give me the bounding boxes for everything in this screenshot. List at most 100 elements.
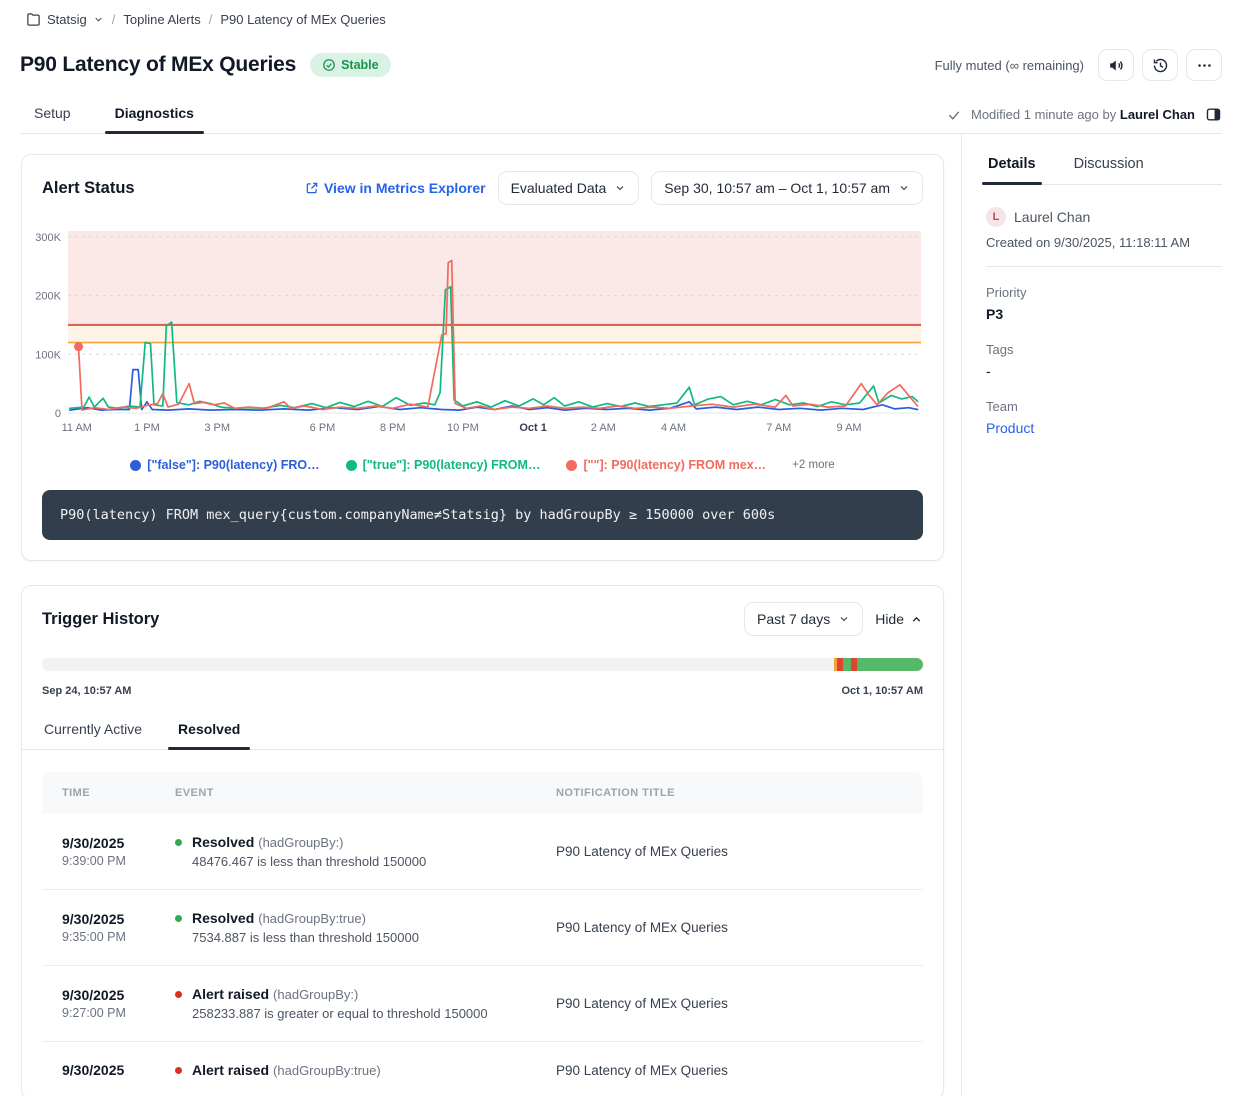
svg-text:11 AM: 11 AM (62, 422, 92, 434)
event-title: Alert raised(hadGroupBy:) (192, 986, 358, 1002)
event-title: Resolved(hadGroupBy:) (192, 834, 344, 850)
legend-dot (130, 460, 141, 471)
svg-text:1 PM: 1 PM (134, 422, 160, 434)
chevron-down-icon (614, 182, 626, 194)
legend-item[interactable]: [""]: P90(latency) FROM mex… (566, 458, 766, 472)
more-options-button[interactable] (1186, 49, 1222, 81)
event-detail: 258233.887 is greater or equal to thresh… (192, 1006, 556, 1021)
breadcrumb-separator: / (209, 12, 213, 27)
trigger-history-title: Trigger History (42, 610, 159, 629)
event-time: 9:27:00 PM (62, 1006, 175, 1020)
column-header-event: EVENT (175, 787, 556, 799)
trigger-range-select[interactable]: Past 7 days (744, 602, 863, 636)
table-row[interactable]: 9/30/2025 Alert raised(hadGroupBy:true) P9… (42, 1041, 923, 1096)
legend-more[interactable]: +2 more (792, 459, 835, 471)
notification-title: P90 Latency of MEx Queries (556, 844, 923, 859)
alert-status-chart: 0100K200K300K11 AM1 PM3 PM6 PM8 PM10 PMO… (22, 221, 943, 450)
field-value: - (986, 363, 1222, 379)
main-tabs: Setup Diagnostics Modified 1 minute ago … (20, 95, 1222, 134)
legend-item[interactable]: ["true"]: P90(latency) FROM… (346, 458, 541, 472)
alert-status-title: Alert Status (42, 179, 135, 198)
tab-setup[interactable]: Setup (30, 95, 75, 133)
breadcrumb-project[interactable]: Statsig (26, 12, 104, 27)
event-date: 9/30/2025 (62, 1062, 175, 1078)
modified-status: Modified 1 minute ago by Laurel Chan (971, 107, 1195, 122)
main-column: Alert Status View in Metrics Explorer Ev… (0, 134, 962, 1096)
tab-resolved[interactable]: Resolved (176, 711, 242, 749)
tab-diagnostics[interactable]: Diagnostics (111, 95, 198, 133)
event-status-dot (175, 1067, 182, 1074)
notification-title: P90 Latency of MEx Queries (556, 920, 923, 935)
status-badge: Stable (310, 53, 391, 77)
tab-currently-active[interactable]: Currently Active (42, 711, 144, 749)
detail-field-team: Team Product (986, 399, 1222, 436)
event-qualifier: (hadGroupBy:) (258, 835, 343, 850)
event-detail: 7534.887 is less than threshold 150000 (192, 930, 556, 945)
alert-query-block: P90(latency) FROM mex_query{custom.compa… (42, 490, 923, 540)
legend-label: ["false"]: P90(latency) FRO… (147, 458, 319, 472)
external-link-icon (305, 181, 319, 195)
history-button[interactable] (1142, 49, 1178, 81)
folder-icon (26, 12, 41, 27)
svg-text:3 PM: 3 PM (204, 422, 230, 434)
legend-label: [""]: P90(latency) FROM mex… (583, 458, 766, 472)
table-row[interactable]: 9/30/20259:39:00 PMResolved(hadGroupBy:)… (42, 814, 923, 889)
details-sidebar: Details Discussion L Laurel Chan Created… (962, 134, 1242, 1096)
trigger-event-table: TIME EVENT NOTIFICATION TITLE 9/30/20259… (42, 772, 923, 1096)
table-row[interactable]: 9/30/2025 9:27:00 PM Alert raised(hadGroup… (42, 965, 923, 1041)
event-qualifier: (hadGroupBy:true) (258, 911, 366, 926)
svg-text:100K: 100K (35, 349, 61, 361)
field-label: Team (986, 399, 1222, 414)
timeline-segment-healthy (843, 658, 851, 671)
notification-title: P90 Latency of MEx Queries (556, 1063, 923, 1078)
hide-button[interactable]: Hide (875, 611, 923, 627)
table-row[interactable]: 9/30/20259:35:00 PMResolved(hadGroupBy:t… (42, 889, 923, 965)
chevron-up-icon (910, 613, 923, 626)
svg-text:10 PM: 10 PM (447, 422, 479, 434)
sidebar-tabs: Details Discussion (986, 146, 1222, 185)
panel-toggle-icon[interactable] (1205, 106, 1222, 123)
trigger-timeline-bar[interactable] (42, 658, 923, 671)
chevron-down-icon (93, 14, 104, 25)
created-on: Created on 9/30/2025, 11:18:11 AM (986, 235, 1222, 250)
event-qualifier: (hadGroupBy:true) (273, 1063, 381, 1078)
legend-label: ["true"]: P90(latency) FROM… (363, 458, 541, 472)
timeline-end-label: Oct 1, 10:57 AM (841, 685, 923, 697)
svg-text:Oct 1: Oct 1 (519, 422, 547, 434)
field-label: Tags (986, 342, 1222, 357)
author-name: Laurel Chan (1014, 209, 1090, 225)
modified-by: Laurel Chan (1120, 107, 1195, 122)
svg-text:0: 0 (55, 408, 61, 420)
tab-discussion[interactable]: Discussion (1072, 146, 1146, 184)
legend-dot (566, 460, 577, 471)
event-status-dot (175, 839, 182, 846)
alert-status-card: Alert Status View in Metrics Explorer Ev… (21, 154, 944, 561)
tab-details[interactable]: Details (986, 146, 1038, 184)
app-header: Statsig / Topline Alerts / P90 Latency o… (0, 0, 1242, 134)
view-in-metrics-explorer-link[interactable]: View in Metrics Explorer (305, 180, 486, 196)
legend-dot (346, 460, 357, 471)
ellipsis-icon (1196, 57, 1213, 74)
chevron-down-icon (898, 182, 910, 194)
event-title: Alert raised(hadGroupBy:true) (192, 1062, 381, 1078)
event-date: 9/30/2025 (62, 835, 175, 851)
breadcrumb: Statsig / Topline Alerts / P90 Latency o… (20, 12, 1222, 27)
svg-text:6 PM: 6 PM (310, 422, 336, 434)
evaluated-data-select[interactable]: Evaluated Data (498, 171, 640, 205)
breadcrumb-page[interactable]: P90 Latency of MEx Queries (220, 12, 385, 27)
divider (986, 266, 1222, 267)
event-date: 9/30/2025 (62, 987, 175, 1003)
legend-item[interactable]: ["false"]: P90(latency) FRO… (130, 458, 319, 472)
check-icon (947, 108, 961, 122)
trigger-tabs: Currently Active Resolved (22, 705, 943, 750)
breadcrumb-section[interactable]: Topline Alerts (123, 12, 200, 27)
mute-status: Fully muted (∞ remaining) (935, 58, 1084, 73)
column-header-notification-title: NOTIFICATION TITLE (556, 787, 923, 799)
field-value[interactable]: Product (986, 420, 1222, 436)
svg-text:4 AM: 4 AM (661, 422, 686, 434)
svg-text:2 AM: 2 AM (591, 422, 616, 434)
mute-button[interactable] (1098, 49, 1134, 81)
timeline-segment-no-data (42, 658, 834, 671)
event-status-dot (175, 915, 182, 922)
date-range-select[interactable]: Sep 30, 10:57 am – Oct 1, 10:57 am (651, 171, 923, 205)
